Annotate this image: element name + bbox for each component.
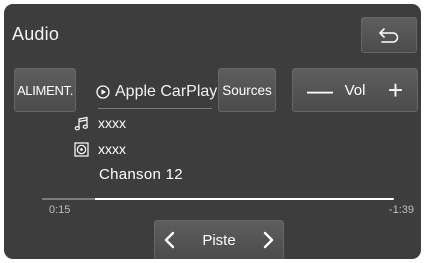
- play-circle-icon: [96, 85, 110, 99]
- chevron-right-icon[interactable]: [261, 231, 275, 249]
- power-button[interactable]: ALIMENT.: [14, 68, 76, 112]
- current-source: Apple CarPlay: [96, 81, 217, 103]
- page-title: Audio: [12, 24, 60, 44]
- power-button-label: ALIMENT.: [16, 82, 74, 98]
- artist-name: xxxx: [98, 115, 126, 131]
- volume-label: Vol: [344, 81, 366, 99]
- track-title: Chanson 12: [99, 166, 183, 183]
- album-name: xxxx: [98, 141, 126, 157]
- volume-control: — Vol +: [292, 68, 418, 112]
- display-frame: Audio ALIMENT. Apple CarPlay Sources — V…: [0, 0, 425, 263]
- source-name-label: Apple CarPlay: [115, 83, 218, 100]
- sources-button[interactable]: Sources: [218, 68, 276, 112]
- progress-played: [42, 198, 95, 200]
- track-navigation: Piste: [154, 220, 284, 259]
- volume-up-button[interactable]: +: [388, 77, 403, 103]
- music-note-icon: [74, 116, 89, 131]
- artist-row: xxxx: [74, 115, 126, 131]
- volume-down-button[interactable]: —: [307, 77, 333, 103]
- progress-bar[interactable]: [42, 198, 394, 200]
- back-arrow-icon: [378, 27, 400, 43]
- audio-screen: Audio ALIMENT. Apple CarPlay Sources — V…: [4, 4, 421, 259]
- back-button[interactable]: [361, 17, 417, 53]
- elapsed-time: 0:15: [49, 204, 71, 216]
- sources-button-label: Sources: [222, 82, 272, 98]
- source-divider: [98, 108, 212, 109]
- remaining-time: -1:39: [388, 204, 414, 216]
- track-nav-label: Piste: [202, 231, 236, 249]
- album-disc-icon: [74, 141, 89, 157]
- chevron-left-icon[interactable]: [163, 231, 177, 249]
- album-row: xxxx: [74, 141, 126, 157]
